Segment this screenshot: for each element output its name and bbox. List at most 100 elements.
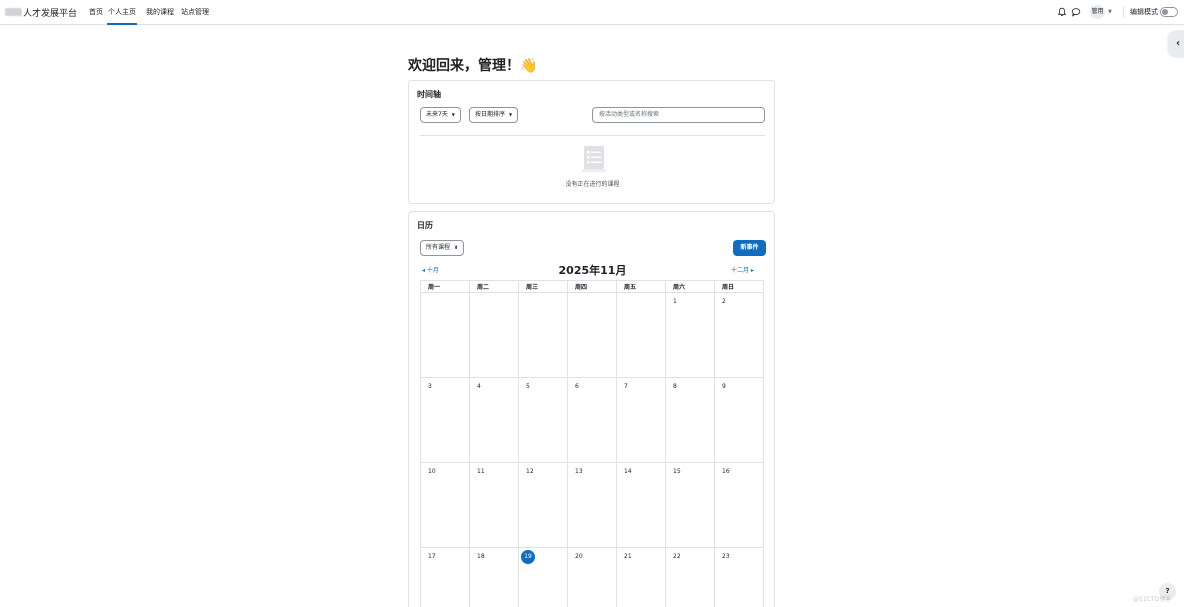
timeline-divider [420, 135, 765, 136]
calendar-day-cell [616, 292, 666, 378]
calendar-day-cell[interactable]: 19 [518, 547, 568, 607]
edit-mode-toggle[interactable] [1160, 7, 1178, 17]
notifications-bell-icon[interactable] [1057, 7, 1067, 17]
weekday-header: 周五 [616, 280, 666, 293]
calendar-day-cell[interactable]: 3 [420, 377, 470, 463]
calendar-grid: 周一 周二 周三 周四 周五 周六 周日 1 2 3 4 5 6 7 8 9 10 11 12 13 14… [420, 280, 764, 607]
chevron-down-icon: ▼ [508, 112, 513, 117]
edit-mode-label: 编辑模式 [1130, 8, 1158, 16]
day-number: 15 [673, 468, 681, 475]
day-number: 8 [673, 383, 677, 390]
calendar-week-row: 10 11 12 13 14 15 16 [420, 462, 764, 548]
day-number: 6 [575, 383, 579, 390]
weekday-header: 周二 [469, 280, 519, 293]
sort-label: 按日期排序 [475, 111, 506, 118]
day-number: 1 [673, 298, 677, 305]
site-brand[interactable]: 人才发展平台 [5, 6, 78, 19]
day-number: 10 [428, 468, 436, 475]
timeline-empty-message: 没有正在进行的课程 [565, 181, 620, 188]
next-month-link[interactable]: 十二月 ▸ [731, 265, 754, 274]
brand-logo [5, 8, 22, 16]
select-arrows-icon: ⬍ [453, 245, 459, 251]
calendar-block: 日历 所有课程 ⬍ 新事件 ◂ 十月 2025年11月 十二月 ▸ 周一 周二 … [408, 211, 775, 607]
calendar-day-cell[interactable]: 20 [567, 547, 617, 607]
calendar-day-cell[interactable]: 13 [567, 462, 617, 548]
day-number: 22 [673, 553, 681, 560]
nav-home[interactable]: 首页 [89, 0, 103, 25]
calendar-day-cell[interactable]: 11 [469, 462, 519, 548]
calendar-title: 日历 [417, 221, 433, 230]
day-number: 18 [477, 553, 485, 560]
day-number: 16 [722, 468, 730, 475]
timeline-day-filter[interactable]: 未来7天 ▼ [420, 107, 461, 123]
messages-chat-icon[interactable] [1071, 7, 1081, 17]
weekday-header: 周三 [518, 280, 568, 293]
calendar-day-cell[interactable]: 17 [420, 547, 470, 607]
day-number: 12 [526, 468, 534, 475]
today-day-number: 19 [521, 550, 535, 564]
day-filter-label: 未来7天 [426, 111, 448, 118]
page-title: 欢迎回来，管理！👋 [408, 58, 538, 74]
calendar-month-title: 2025年11月 [558, 264, 627, 277]
chevron-left-icon: ‹ [1176, 38, 1181, 49]
calendar-day-cell[interactable]: 1 [665, 292, 715, 378]
nav-my-courses[interactable]: 我的课程 [146, 0, 174, 25]
calendar-day-cell[interactable]: 22 [665, 547, 715, 607]
calendar-day-cell[interactable]: 2 [714, 292, 764, 378]
calendar-day-cell[interactable]: 15 [665, 462, 715, 548]
day-number: 2 [722, 298, 726, 305]
empty-list-icon [582, 146, 606, 172]
calendar-day-cell[interactable]: 6 [567, 377, 617, 463]
calendar-day-cell[interactable]: 21 [616, 547, 666, 607]
calendar-day-cell[interactable]: 7 [616, 377, 666, 463]
day-number: 5 [526, 383, 530, 390]
calendar-day-cell [567, 292, 617, 378]
timeline-sort-button[interactable]: 按日期排序 ▼ [469, 107, 519, 123]
calendar-week-row: 12 [420, 292, 764, 378]
weekday-header: 周四 [567, 280, 617, 293]
course-filter-select[interactable]: 所有课程 ⬍ [420, 240, 465, 256]
calendar-day-cell[interactable]: 12 [518, 462, 568, 548]
calendar-day-cell[interactable]: 8 [665, 377, 715, 463]
timeline-title: 时间轴 [417, 90, 441, 99]
day-number: 21 [624, 553, 632, 560]
course-filter-label: 所有课程 [426, 244, 451, 251]
calendar-day-cell[interactable]: 9 [714, 377, 764, 463]
weekday-header: 周一 [420, 280, 470, 293]
calendar-day-cell[interactable]: 23 [714, 547, 764, 607]
day-number: 11 [477, 468, 485, 475]
calendar-day-cell[interactable]: 16 [714, 462, 764, 548]
calendar-day-cell[interactable]: 14 [616, 462, 666, 548]
calendar-day-cell[interactable]: 5 [518, 377, 568, 463]
watermark: @51CTO博客 [1133, 596, 1172, 603]
timeline-block: 时间轴 未来7天 ▼ 按日期排序 ▼ 按活动类型或名称搜索 没有正在进行的课程 [408, 80, 775, 204]
weekday-header-row: 周一 周二 周三 周四 周五 周六 周日 [420, 280, 764, 293]
day-number: 13 [575, 468, 583, 475]
nav-dashboard[interactable]: 个人主页 [107, 0, 137, 25]
calendar-day-cell [518, 292, 568, 378]
calendar-day-cell[interactable]: 18 [469, 547, 519, 607]
day-number: 9 [722, 383, 726, 390]
calendar-day-cell [420, 292, 470, 378]
calendar-day-cell[interactable]: 10 [420, 462, 470, 548]
day-number: 17 [428, 553, 436, 560]
calendar-day-cell[interactable]: 4 [469, 377, 519, 463]
day-number: 4 [477, 383, 481, 390]
timeline-search-input[interactable]: 按活动类型或名称搜索 [592, 107, 765, 123]
day-number: 23 [722, 553, 730, 560]
nav-site-admin[interactable]: 站点管理 [181, 0, 209, 25]
top-navbar: 人才发展平台 首页 个人主页 我的课程 站点管理 管用 ▼ 编辑模式 [0, 0, 1184, 25]
day-number: 7 [624, 383, 628, 390]
calendar-day-cell [469, 292, 519, 378]
user-menu[interactable]: 管用 ▼ [1090, 5, 1112, 19]
open-drawer-button[interactable]: ‹ [1168, 31, 1184, 57]
new-event-button[interactable]: 新事件 [733, 240, 766, 256]
weekday-header: 周六 [665, 280, 715, 293]
day-number: 3 [428, 383, 432, 390]
chevron-down-icon: ▼ [451, 112, 455, 117]
calendar-week-row: 3 4 5 6 7 8 9 [420, 377, 764, 463]
day-number: 14 [624, 468, 632, 475]
navbar-divider [1123, 6, 1124, 18]
weekday-header: 周日 [714, 280, 764, 293]
brand-name: 人才发展平台 [23, 8, 78, 19]
